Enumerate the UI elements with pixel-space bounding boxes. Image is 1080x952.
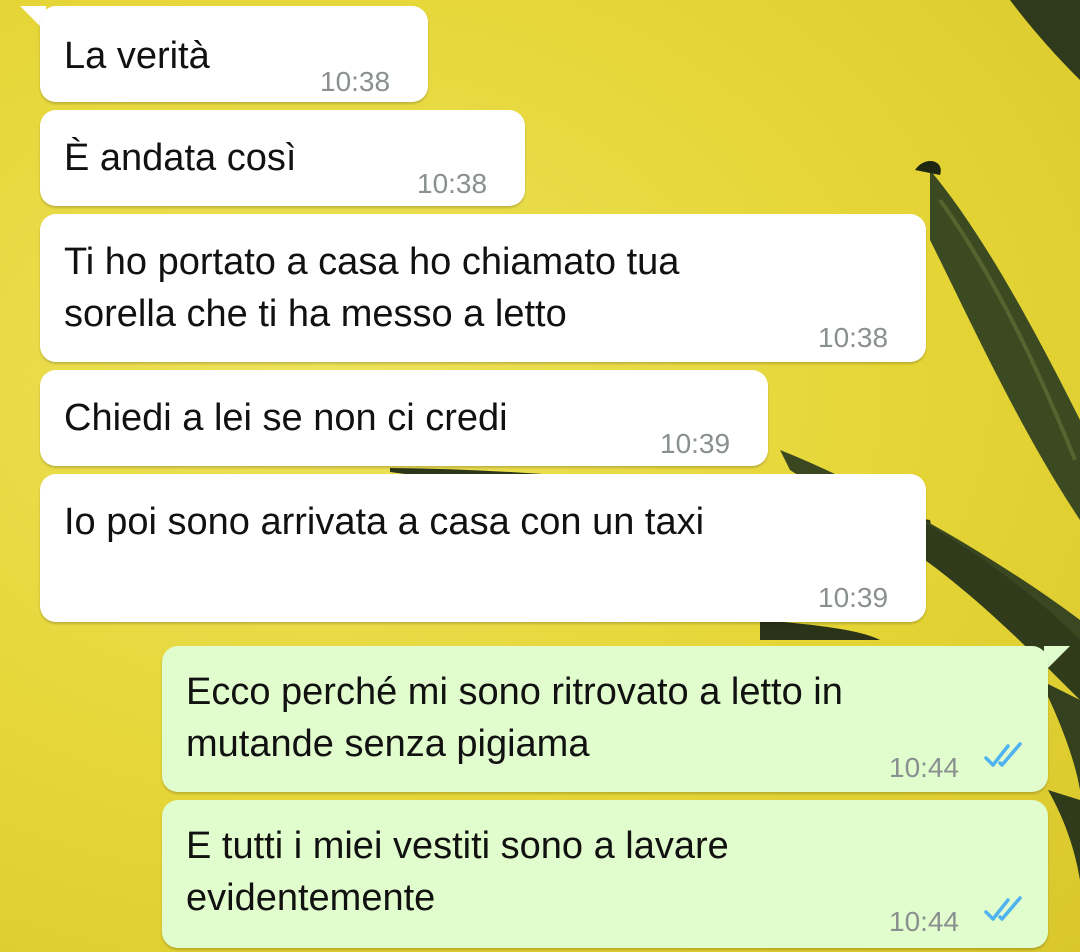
message-text: Chiedi a lei se non ci credi [64, 397, 508, 439]
message-time: 10:39 [660, 428, 731, 459]
message-bubble-incoming[interactable]: La verità 10:38 [40, 6, 428, 102]
message-time: 10:38 [417, 168, 488, 199]
message-bubble-incoming[interactable]: Ti ho portato a casa ho chiamato tua sor… [40, 214, 926, 362]
message-text: E tutti i miei vestiti sono a lavare evi… [186, 825, 729, 919]
message-bubble-outgoing[interactable]: E tutti i miei vestiti sono a lavare evi… [162, 800, 1048, 948]
message-text: La verità [64, 35, 210, 77]
message-bubble-incoming[interactable]: È andata così 10:38 [40, 110, 525, 206]
message-time: 10:44 [889, 906, 960, 937]
message-text: Io poi sono arrivata a casa con un taxi [64, 501, 705, 543]
double-check-icon [984, 742, 1022, 767]
message-bubble-outgoing[interactable]: Ecco perché mi sono ritrovato a letto in… [162, 646, 1048, 792]
message-text: Ti ho portato a casa ho chiamato tua sor… [64, 241, 680, 335]
message-time: 10:44 [889, 752, 960, 783]
message-text: Ecco perché mi sono ritrovato a letto in… [186, 671, 843, 765]
double-check-icon [984, 896, 1022, 921]
message-time: 10:38 [818, 322, 889, 353]
message-bubble-incoming[interactable]: Io poi sono arrivata a casa con un taxi … [40, 474, 926, 622]
message-time: 10:39 [818, 582, 889, 613]
message-time: 10:38 [320, 66, 391, 97]
message-text: È andata così [64, 137, 297, 179]
message-bubble-incoming[interactable]: Chiedi a lei se non ci credi 10:39 [40, 370, 768, 466]
